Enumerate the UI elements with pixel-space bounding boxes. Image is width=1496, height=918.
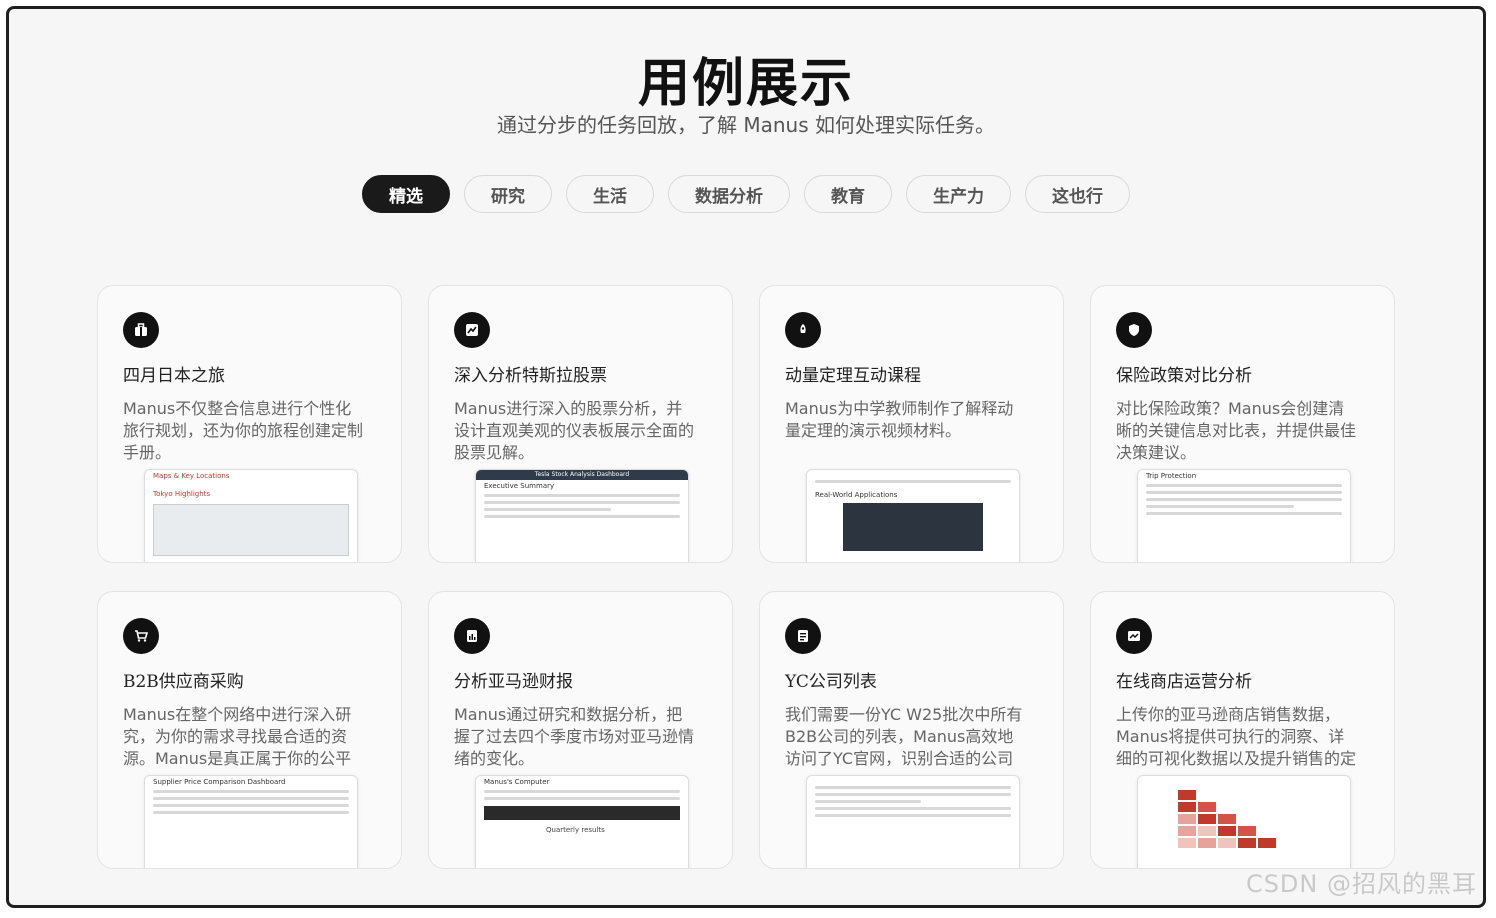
heatmap-thumbnail bbox=[1178, 790, 1350, 848]
tab-life[interactable]: 生活 bbox=[566, 175, 654, 213]
card-description: Manus为中学教师制作了解释动量定理的演示视频材料。 bbox=[785, 399, 1014, 440]
card-preview-image: Supplier Price Comparison Dashboard bbox=[144, 775, 358, 868]
cart-icon bbox=[123, 618, 159, 654]
card-description: 对比保险政策？Manus会创建清晰的关键信息对比表，并提供最佳决策建议。 bbox=[1116, 399, 1356, 462]
card-preview-image: Manus's Computer Quarterly results bbox=[475, 775, 689, 868]
card-title: 四月日本之旅 bbox=[123, 366, 225, 386]
rocket-icon bbox=[785, 312, 821, 348]
card-description: Manus不仅整合信息进行个性化旅行规划，还为你的旅程创建定制手册。 bbox=[123, 399, 363, 462]
card-description: Manus通过研究和数据分析，把握了过去四个季度市场对亚马逊情绪的变化。 bbox=[454, 705, 694, 768]
card-preview-image: Tesla Stock Analysis Dashboard Executive… bbox=[475, 469, 689, 562]
category-tabs: 精选 研究 生活 数据分析 教育 生产力 这也行 bbox=[9, 175, 1483, 213]
use-case-card[interactable]: 保险政策对比分析 对比保险政策？Manus会创建清晰的关键信息对比表，并提供最佳… bbox=[1090, 285, 1395, 563]
use-case-card[interactable]: B2B供应商采购 Manus在整个网络中进行深入研究，为你的需求寻找最合适的资源… bbox=[97, 591, 402, 869]
watermark: CSDN @招风的黑耳 bbox=[1245, 870, 1477, 898]
store-icon bbox=[1116, 618, 1152, 654]
list-icon bbox=[785, 618, 821, 654]
use-case-grid: 四月日本之旅 Manus不仅整合信息进行个性化旅行规划，还为你的旅程创建定制手册… bbox=[97, 285, 1395, 869]
use-case-card[interactable]: 在线商店运营分析 上传你的亚马逊商店销售数据，Manus将提供可执行的洞察、详细… bbox=[1090, 591, 1395, 869]
card-title: B2B供应商采购 bbox=[123, 672, 244, 692]
card-description: 我们需要一份YC W25批次中所有B2B公司的列表，Manus高效地访问了YC官… bbox=[785, 705, 1023, 768]
showcase-frame: 用例展示 通过分步的任务回放，了解 Manus 如何处理实际任务。 精选 研究 … bbox=[6, 6, 1486, 908]
tab-research[interactable]: 研究 bbox=[464, 175, 552, 213]
use-case-card[interactable]: 四月日本之旅 Manus不仅整合信息进行个性化旅行规划，还为你的旅程创建定制手册… bbox=[97, 285, 402, 563]
card-preview-image: Maps & Key Locations Tokyo Highlights bbox=[144, 469, 358, 562]
page-subtitle: 通过分步的任务回放，了解 Manus 如何处理实际任务。 bbox=[497, 113, 995, 137]
card-title: YC公司列表 bbox=[785, 672, 877, 692]
use-case-card[interactable]: YC公司列表 我们需要一份YC W25批次中所有B2B公司的列表，Manus高效… bbox=[759, 591, 1064, 869]
tab-education[interactable]: 教育 bbox=[804, 175, 892, 213]
use-case-card[interactable]: 分析亚马逊财报 Manus通过研究和数据分析，把握了过去四个季度市场对亚马逊情绪… bbox=[428, 591, 733, 869]
tab-misc[interactable]: 这也行 bbox=[1025, 175, 1130, 213]
card-description: 上传你的亚马逊商店销售数据，Manus将提供可执行的洞察、详细的可视化数据以及提… bbox=[1116, 705, 1356, 768]
suitcase-icon bbox=[123, 312, 159, 348]
card-preview-image: Real-World Applications bbox=[806, 469, 1020, 562]
browser-thumbnail bbox=[484, 806, 680, 820]
card-title: 保险政策对比分析 bbox=[1116, 366, 1252, 386]
card-title: 深入分析特斯拉股票 bbox=[454, 366, 607, 386]
tab-productivity[interactable]: 生产力 bbox=[906, 175, 1011, 213]
card-description: Manus进行深入的股票分析，并设计直观美观的仪表板展示全面的股票见解。 bbox=[454, 399, 694, 462]
card-preview-image bbox=[1137, 775, 1351, 868]
card-preview-image: Trip Protection bbox=[1137, 469, 1351, 562]
use-case-card[interactable]: 深入分析特斯拉股票 Manus进行深入的股票分析，并设计直观美观的仪表板展示全面… bbox=[428, 285, 733, 563]
shield-icon bbox=[1116, 312, 1152, 348]
report-icon bbox=[454, 618, 490, 654]
card-title: 在线商店运营分析 bbox=[1116, 672, 1252, 692]
chart-icon bbox=[454, 312, 490, 348]
card-preview-image bbox=[806, 775, 1020, 868]
use-case-card[interactable]: 动量定理互动课程 Manus为中学教师制作了解释动量定理的演示视频材料。 Rea… bbox=[759, 285, 1064, 563]
card-title: 动量定理互动课程 bbox=[785, 366, 921, 386]
map-thumbnail bbox=[153, 504, 349, 556]
card-description: Manus在整个网络中进行深入研究，为你的需求寻找最合适的资源。Manus是真正… bbox=[123, 705, 352, 768]
animation-thumbnail bbox=[843, 503, 983, 551]
page-title: 用例展示 bbox=[637, 53, 854, 114]
tab-data-analysis[interactable]: 数据分析 bbox=[668, 175, 790, 213]
tab-featured[interactable]: 精选 bbox=[362, 175, 450, 213]
card-title: 分析亚马逊财报 bbox=[454, 672, 573, 692]
